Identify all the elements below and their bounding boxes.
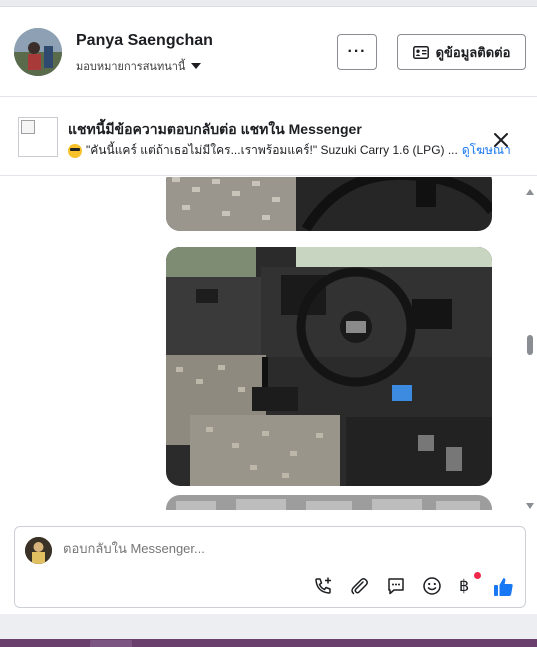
view-contact-label: ดูข้อมูลติดต่อ — [435, 44, 511, 60]
more-options-button[interactable]: ··· — [337, 34, 377, 70]
ad-thumbnail[interactable] — [18, 117, 58, 157]
message-photo-2[interactable] — [166, 247, 492, 486]
banner-message: "คันนี้แคร์ แต่ถ้าเธอไม่มีใคร...เราพร้อม… — [86, 143, 458, 157]
message-composer: ฿ — [14, 526, 526, 608]
view-contact-button[interactable]: ดูข้อมูลติดต่อ — [397, 34, 526, 70]
notification-dot — [474, 572, 481, 579]
banner-message-row: "คันนี้แคร์ แต่ถ้าเธอไม่มีใคร...เราพร้อม… — [68, 141, 511, 160]
ad-reply-banner: แชทนี้มีข้อความตอบกลับต่อ แชทใน Messenge… — [0, 98, 537, 176]
thread-scrollbar[interactable] — [524, 185, 536, 511]
close-icon[interactable] — [492, 131, 510, 149]
sunglasses-emoji-icon — [68, 143, 82, 158]
os-taskbar — [0, 639, 537, 647]
baht-icon[interactable]: ฿ — [459, 576, 469, 595]
contact-name[interactable]: Panya Saengchan — [76, 32, 213, 50]
banner-title: แชทนี้มีข้อความตอบกลับต่อ แชทใน Messenge… — [68, 121, 362, 137]
chat-panel: Panya Saengchan มอบหมายการสนทนานี้ ··· ด… — [0, 6, 537, 614]
broken-image-icon — [21, 120, 35, 134]
message-photo-3[interactable] — [166, 495, 492, 510]
message-thread[interactable] — [0, 177, 537, 510]
scroll-up-icon[interactable] — [526, 189, 534, 195]
scroll-down-icon[interactable] — [526, 503, 534, 509]
contact-card-icon — [412, 45, 429, 59]
scroll-thumb[interactable] — [527, 335, 533, 355]
chat-bubble-icon[interactable] — [386, 576, 406, 596]
contact-avatar[interactable] — [14, 28, 62, 76]
assign-conversation-dropdown[interactable]: มอบหมายการสนทนานี้ — [76, 57, 202, 75]
reply-input[interactable] — [63, 541, 463, 556]
smile-icon[interactable] — [422, 576, 442, 596]
taskbar-button[interactable] — [90, 640, 132, 647]
assign-label: มอบหมายการสนทนานี้ — [76, 61, 186, 73]
caret-down-icon — [191, 63, 202, 69]
user-avatar — [25, 537, 52, 564]
message-photo-1[interactable] — [166, 177, 492, 231]
page-bottom-strip — [0, 614, 537, 639]
more-icon: ··· — [347, 43, 367, 60]
paperclip-icon[interactable] — [349, 576, 369, 596]
conversation-header: Panya Saengchan มอบหมายการสนทนานี้ ··· ด… — [0, 7, 537, 97]
phone-plus-icon[interactable] — [313, 576, 333, 596]
thumbs-up-icon[interactable] — [493, 576, 514, 597]
